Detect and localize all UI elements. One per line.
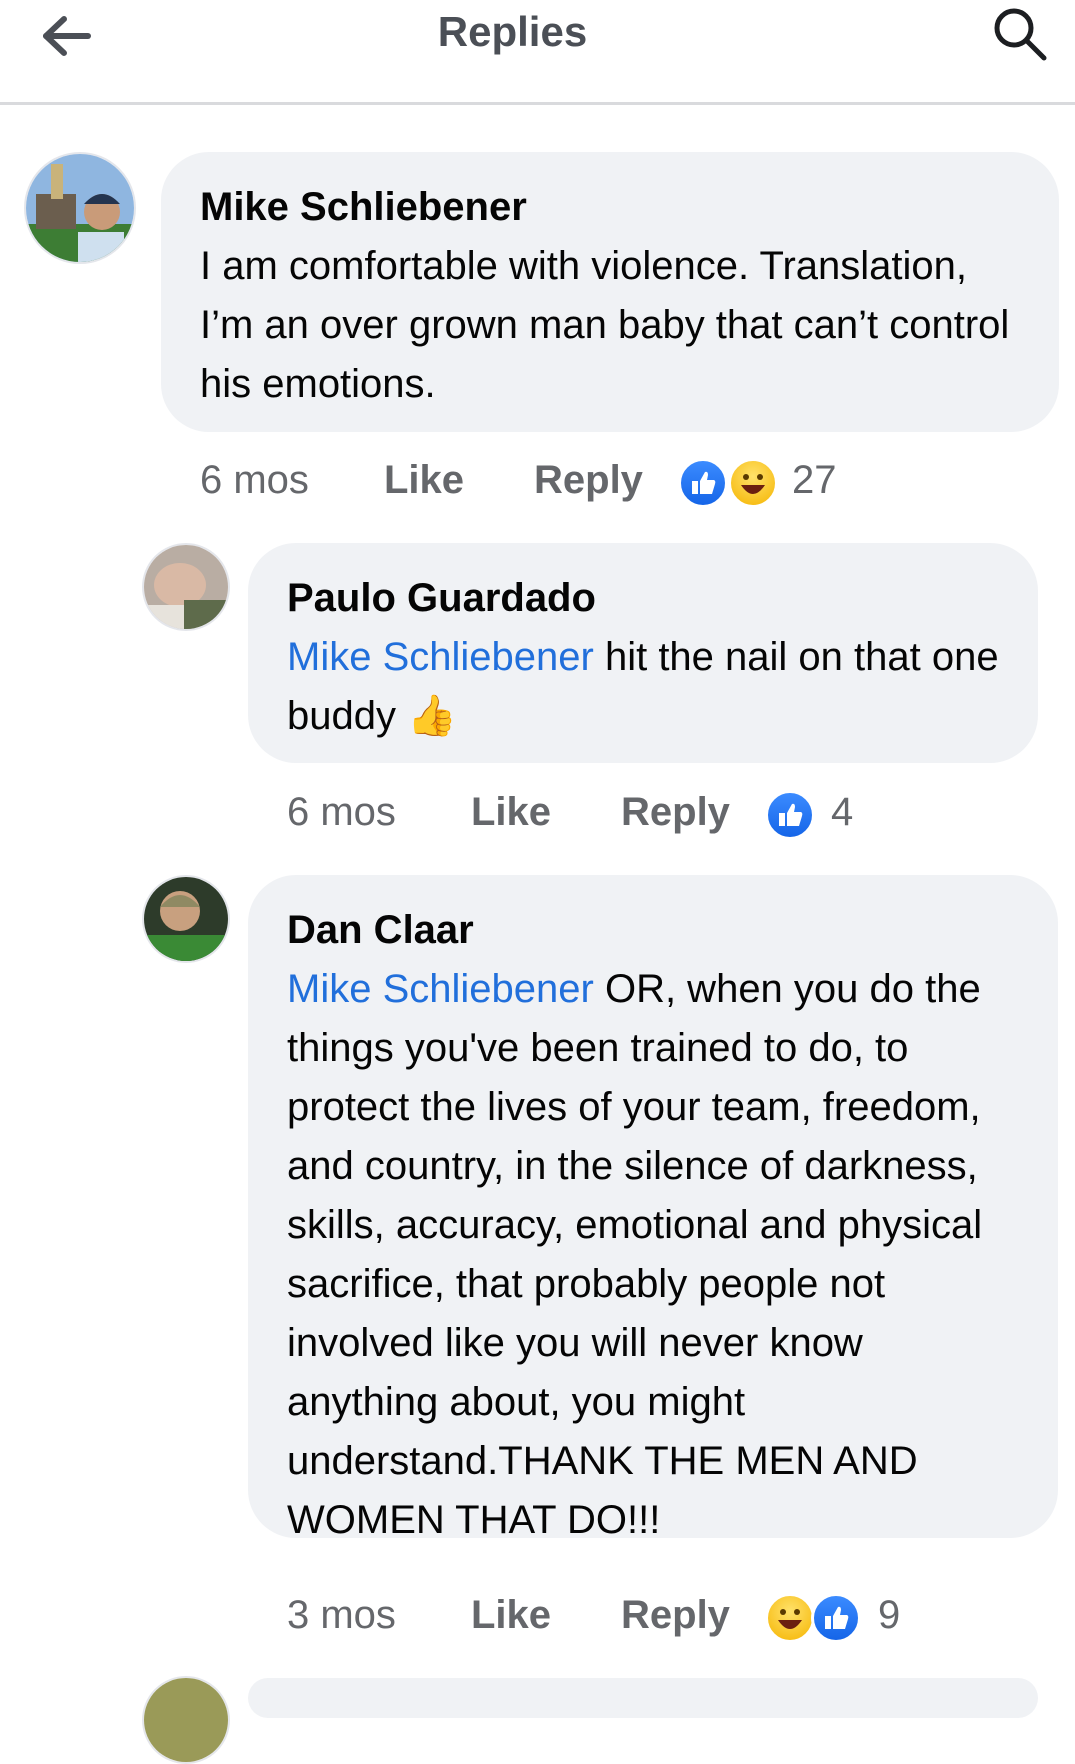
- search-icon: [994, 8, 1047, 61]
- reply-button[interactable]: Reply: [534, 450, 643, 510]
- comment-timestamp: 6 mos: [200, 458, 309, 502]
- mention-link[interactable]: Mike Schliebener: [287, 967, 594, 1011]
- comment-text: OR, when you do the things you've been t…: [287, 967, 983, 1542]
- reactions-summary[interactable]: 4: [765, 790, 885, 840]
- comment-timestamp: 3 mos: [287, 1593, 396, 1637]
- reactions-summary[interactable]: 9: [765, 1593, 925, 1643]
- comment-author[interactable]: Paulo Guardado: [287, 569, 1002, 628]
- comment-actions: 6 mos Like Reply 27: [200, 450, 900, 510]
- comment-text: I am comfortable with violence. Translat…: [200, 244, 1010, 406]
- avatar[interactable]: [142, 875, 230, 963]
- comment-actions: 6 mos Like Reply 4: [287, 782, 887, 842]
- like-button[interactable]: Like: [471, 782, 551, 842]
- haha-reaction-icon: [765, 1593, 815, 1643]
- avatar[interactable]: [24, 152, 136, 264]
- reactions-summary[interactable]: 27: [678, 458, 878, 508]
- comment-bubble: Paulo Guardado Mike Schliebener hit the …: [248, 543, 1038, 763]
- top-bar: Replies: [0, 0, 1075, 105]
- thumbs-up-emoji: 👍: [407, 694, 457, 738]
- reply-button[interactable]: Reply: [621, 782, 730, 842]
- haha-reaction-icon: [728, 458, 778, 508]
- comment-author[interactable]: Mike Schliebener: [200, 178, 1023, 237]
- search-button[interactable]: [990, 4, 1050, 64]
- reaction-count: 27: [792, 458, 837, 502]
- like-reaction-icon: [811, 1593, 861, 1643]
- comment-author[interactable]: Dan Claar: [287, 901, 1022, 960]
- comment-actions: 3 mos Like Reply 9: [287, 1585, 937, 1645]
- avatar[interactable]: [142, 543, 230, 631]
- reaction-count: 9: [878, 1593, 901, 1637]
- comment-bubble: Mike Schliebener I am comfortable with v…: [161, 152, 1059, 432]
- reaction-count: 4: [831, 790, 854, 834]
- mention-link[interactable]: Mike Schliebener: [287, 635, 594, 679]
- reply-button[interactable]: Reply: [621, 1585, 730, 1645]
- like-reaction-icon: [678, 458, 728, 508]
- comment-bubble: [248, 1678, 1038, 1718]
- like-button[interactable]: Like: [384, 450, 464, 510]
- comment-timestamp: 6 mos: [287, 790, 396, 834]
- avatar[interactable]: [142, 1676, 230, 1764]
- like-button[interactable]: Like: [471, 1585, 551, 1645]
- page-title: Replies: [437, 8, 588, 55]
- comment-bubble: Dan Claar Mike Schliebener OR, when you …: [248, 875, 1058, 1542]
- like-reaction-icon: [765, 790, 815, 840]
